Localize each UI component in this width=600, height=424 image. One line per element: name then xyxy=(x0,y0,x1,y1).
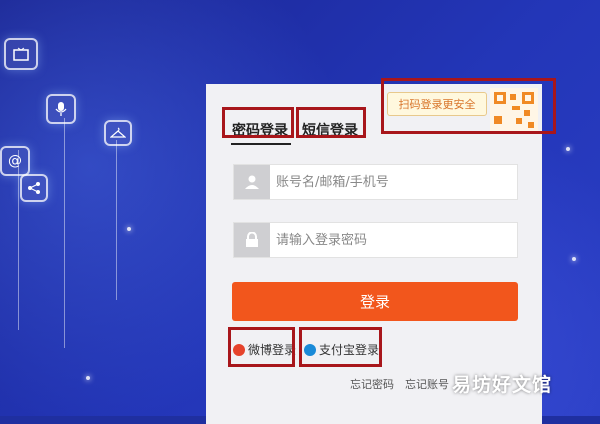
tv-icon xyxy=(4,38,38,70)
highlight-box xyxy=(228,327,295,367)
highlight-box xyxy=(381,78,556,134)
at-sign-icon: @ xyxy=(0,146,30,176)
decor-line xyxy=(64,118,65,348)
microphone-icon xyxy=(46,94,76,124)
forgot-password-link[interactable]: 忘记密码 xyxy=(350,376,394,392)
decor-line xyxy=(116,140,117,300)
decor-line xyxy=(18,150,19,330)
highlight-box xyxy=(299,327,382,367)
watermark: 易坊好文馆 xyxy=(452,374,553,396)
hanger-icon xyxy=(104,120,132,146)
active-tab-underline xyxy=(231,143,291,145)
decor-dot xyxy=(572,257,576,261)
user-icon xyxy=(234,165,270,199)
password-field xyxy=(233,222,518,258)
username-input[interactable] xyxy=(276,165,511,199)
decor-dot xyxy=(566,147,570,151)
highlight-box xyxy=(296,107,366,138)
share-icon xyxy=(20,174,48,202)
login-button[interactable]: 登录 xyxy=(232,282,518,321)
lock-icon xyxy=(234,223,270,257)
forgot-account-link[interactable]: 忘记账号 xyxy=(405,376,449,392)
decor-dot xyxy=(86,376,90,380)
highlight-box xyxy=(222,107,294,138)
decor-dot xyxy=(127,227,131,231)
password-input[interactable] xyxy=(276,223,511,257)
username-field xyxy=(233,164,518,200)
